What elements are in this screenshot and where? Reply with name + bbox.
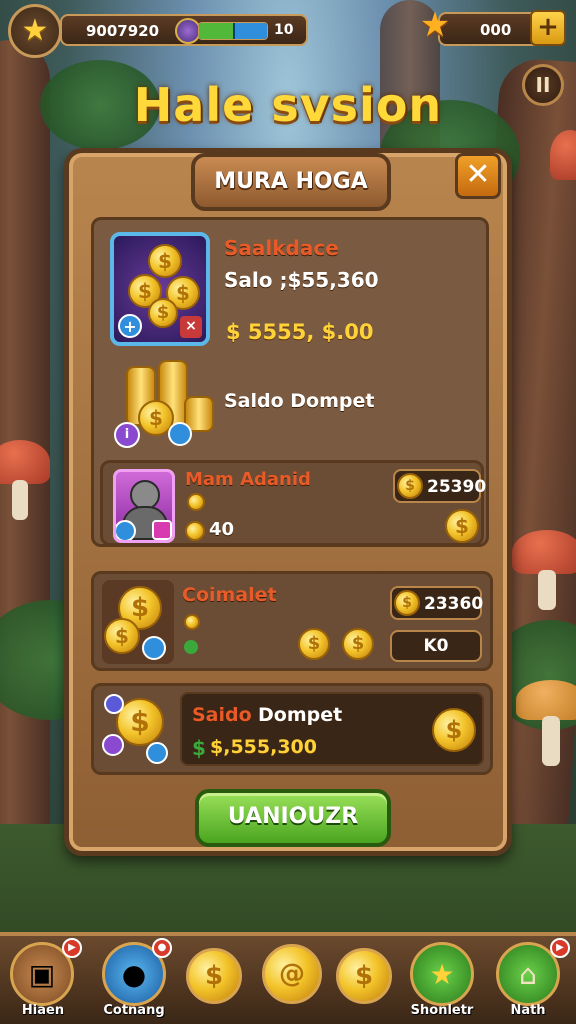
coin-icon: $ [432,708,476,752]
shop-panel: MURA HOGA ✕ $ $ $ $ + × Saalkdace Salo ;… [64,148,512,856]
wallet-amount: $,555,300 [210,736,317,758]
green-dot-icon [184,640,198,654]
coin-icon: $ [394,590,420,616]
score-value: 9007920 [86,22,160,40]
close-icon[interactable]: × [180,316,202,338]
nav-coin-icon[interactable]: $ [186,948,242,1004]
wallet-panel: Saido Dompet $ $,555,300 $ [180,692,484,766]
currency-value: 000 [480,21,512,39]
dollar-icon: $ [192,736,206,760]
item-price: 25390 [427,477,487,497]
close-button[interactable]: ✕ [455,153,501,199]
nav-star-icon[interactable]: ★ [410,942,474,1006]
coin-icon: $ [148,298,178,328]
nav-label-hiaen: Hiaen [21,1003,65,1018]
balance-section: $ $ $ $ + × Saalkdace Salo ;$55,360 $ 55… [91,217,489,547]
item-count: 40 [209,519,235,540]
coin-icon: $ [148,244,182,278]
coin-icon [184,614,200,630]
coin-icon[interactable]: $ [445,509,479,543]
coin-pile-icon: $ $ [102,580,174,664]
item-name: Coimalet [182,584,277,606]
character-avatar [113,469,175,543]
energy-value: 10 [274,22,294,38]
player-level-star-icon[interactable]: ★ [8,4,62,58]
coin-icon [187,493,205,511]
notification-badge: ▶ [62,938,82,958]
coin-pack-card[interactable]: $ $ $ $ + × [110,232,210,346]
balance-label: Saalkdace [224,236,339,260]
plus-icon[interactable]: + [118,314,142,338]
item-price: 23360 [424,594,484,614]
coin-icon [185,521,205,541]
coin-icon: $ [298,628,330,660]
add-currency-button[interactable]: + [530,10,566,46]
nav-label-shonletr: Shonletr [410,1003,474,1018]
panel-title: MURA HOGA [214,169,368,194]
wallet-label-white: Dompet [258,704,343,726]
star-medal-icon: ★ [419,5,451,45]
shop-item-row[interactable]: Mam Adanid 40 $ 25390 $ [100,460,486,546]
coin-stack-icon: $ i [114,360,214,450]
wallet-balance-label: Saldo Dompet [224,390,375,412]
shop-item-row[interactable]: $ $ Coimalet $ $ $ 23360 K0 [91,571,493,671]
item-name: Mam Adanid [185,469,311,490]
energy-bar-boost [233,23,267,39]
energy-bar-fill [199,23,237,39]
game-title: Hale svsion [133,78,443,132]
bottom-nav: ▣ ▶ Hiaen ● ● Cotnang $ @ $ ★ Shonletr ⌂… [0,932,576,1024]
item-price-chip[interactable]: $ 25390 [393,469,486,503]
coin-cluster-icon: $ [100,690,180,770]
coin-icon: $ [397,473,423,499]
balance-value: Salo ;$55,360 [224,268,379,292]
notification-badge: ▶ [550,938,570,958]
player-stats-bar: 9007920 10 ★ [8,4,308,58]
coin-icon: $ [342,628,374,660]
upgrade-button[interactable]: UANIOUZR [195,789,391,847]
currency-bar: 000 ★ + [416,4,566,52]
wallet-label-orange: Saido [192,704,252,726]
stats-panel: 9007920 10 [60,14,308,46]
nav-label-nath: Nath [510,1003,546,1018]
item-price-chip[interactable]: $ 23360 [390,586,484,620]
energy-bar [198,22,268,40]
notification-badge: ● [152,938,172,958]
panel-header: MURA HOGA [191,153,391,211]
balance-amount: $ 5555, $.00 [226,320,374,344]
wallet-row: $ Saido Dompet $ $,555,300 $ [91,683,493,775]
nav-coin-icon[interactable]: $ [336,948,392,1004]
item-action-chip[interactable]: K0 [390,630,482,662]
nav-label-cotnang: Cotnang [103,1003,165,1018]
nav-swirl-coin-icon[interactable]: @ [262,944,322,1004]
